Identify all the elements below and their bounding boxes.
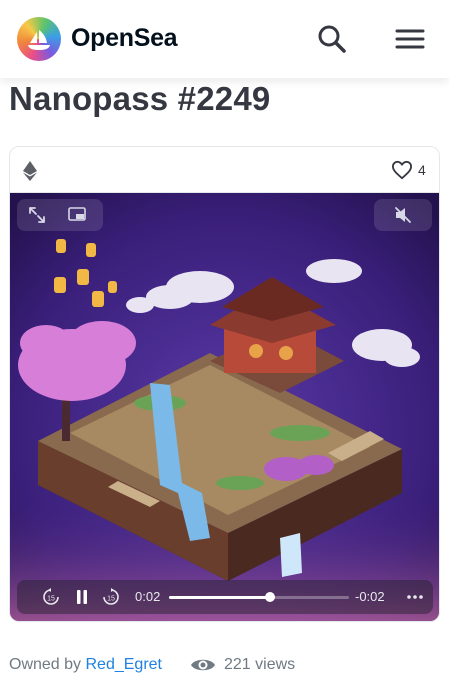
video-controls-bar: 15 15 0:02 -0:02	[17, 580, 433, 614]
more-options-icon[interactable]	[405, 587, 425, 607]
muted-speaker-icon[interactable]	[393, 205, 413, 225]
item-title: Nanopass #2249	[9, 80, 271, 117]
eye-icon	[191, 659, 215, 671]
top-navigation-bar: OpenSea	[0, 0, 449, 78]
nft-artwork-isometric-island	[10, 193, 439, 621]
card-header: 4	[10, 147, 439, 193]
owner-link[interactable]: Red_Egret	[86, 656, 163, 673]
picture-in-picture-icon[interactable]	[67, 205, 87, 225]
pause-icon[interactable]	[72, 587, 92, 607]
progress-fill	[169, 596, 270, 599]
current-time: 0:02	[135, 589, 161, 604]
video-player[interactable]: 15 15 0:02 -0:02	[10, 193, 439, 621]
progress-slider[interactable]	[169, 592, 349, 602]
owned-by-line: Owned by Red_Egret	[9, 656, 162, 674]
ethereum-icon	[23, 161, 37, 181]
top-left-controls	[17, 199, 103, 231]
owned-by-label: Owned by	[9, 656, 82, 673]
item-media-card: 4 15 15 0:02 -0:02	[9, 146, 440, 622]
fullscreen-icon[interactable]	[27, 205, 47, 225]
progress-thumb[interactable]	[264, 592, 275, 602]
rewind-15-icon[interactable]: 15	[41, 587, 61, 607]
remaining-time: -0:02	[355, 589, 385, 604]
svg-text:15: 15	[47, 596, 55, 603]
favorite-count: 4	[418, 162, 426, 178]
forward-15-icon[interactable]: 15	[101, 587, 121, 607]
view-count: 221 views	[224, 656, 296, 673]
hamburger-menu-icon[interactable]	[393, 22, 427, 56]
search-icon[interactable]	[315, 22, 349, 56]
opensea-logo-icon[interactable]	[17, 17, 61, 61]
brand-name[interactable]: OpenSea	[71, 24, 178, 53]
heart-icon[interactable]	[391, 160, 413, 180]
svg-text:15: 15	[107, 596, 115, 603]
top-right-controls	[374, 199, 432, 231]
